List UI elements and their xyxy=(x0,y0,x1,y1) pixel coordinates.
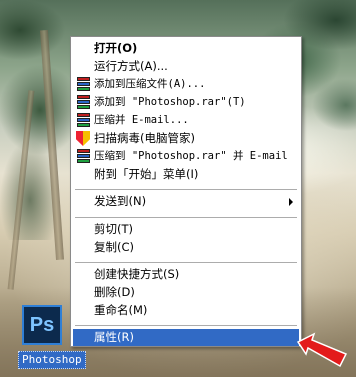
red-arrow-icon xyxy=(296,332,348,368)
menu-item-run-as[interactable]: 运行方式(A)... xyxy=(73,58,299,75)
shield-icon xyxy=(76,131,90,146)
menu-separator xyxy=(75,217,297,218)
menu-item-label: 发送到(N) xyxy=(94,194,147,208)
menu-item-label: 属性(R) xyxy=(94,330,134,344)
menu-item-label: 创建快捷方式(S) xyxy=(94,267,180,281)
menu-item-label: 添加到压缩文件(A)... xyxy=(94,78,206,90)
menu-item-label: 压缩并 E-mail... xyxy=(94,114,189,126)
winrar-icon xyxy=(76,149,91,164)
winrar-icon xyxy=(76,77,91,92)
desktop-icon-label[interactable]: Photoshop xyxy=(18,351,86,369)
menu-item-compress-email[interactable]: 压缩并 E-mail... xyxy=(73,112,299,129)
menu-item-add-to-archive[interactable]: 添加到压缩文件(A)... xyxy=(73,76,299,93)
menu-item-rename[interactable]: 重命名(M) xyxy=(73,302,299,319)
winrar-icon xyxy=(76,113,91,128)
menu-separator xyxy=(75,262,297,263)
menu-item-delete[interactable]: 删除(D) xyxy=(73,284,299,301)
menu-item-label: 运行方式(A)... xyxy=(94,59,168,73)
menu-item-open[interactable]: 打开(O) xyxy=(73,40,299,57)
menu-item-label: 剪切(T) xyxy=(94,222,133,236)
photoshop-icon[interactable]: Ps xyxy=(22,305,62,345)
menu-item-label: 附到「开始」菜单(I) xyxy=(94,167,199,181)
menu-item-scan-virus[interactable]: 扫描病毒(电脑管家) xyxy=(73,130,299,147)
menu-item-label: 打开(O) xyxy=(94,41,138,55)
menu-separator xyxy=(75,189,297,190)
menu-item-label: 复制(C) xyxy=(94,240,135,254)
context-menu: 打开(O) 运行方式(A)... 添加到压缩文件(A)... 添加到 "Phot… xyxy=(70,36,302,347)
menu-item-label: 压缩到 "Photoshop.rar" 并 E-mail xyxy=(94,150,288,162)
menu-item-cut[interactable]: 剪切(T) xyxy=(73,221,299,238)
menu-item-send-to[interactable]: 发送到(N) xyxy=(73,193,299,210)
menu-item-label: 删除(D) xyxy=(94,285,135,299)
menu-item-label: 重命名(M) xyxy=(94,303,148,317)
menu-item-pin-start[interactable]: 附到「开始」菜单(I) xyxy=(73,166,299,183)
menu-item-copy[interactable]: 复制(C) xyxy=(73,239,299,256)
menu-item-label: 添加到 "Photoshop.rar"(T) xyxy=(94,96,246,108)
menu-separator xyxy=(75,325,297,326)
winrar-icon xyxy=(76,95,91,110)
menu-item-compress-rar-email[interactable]: 压缩到 "Photoshop.rar" 并 E-mail xyxy=(73,148,299,165)
menu-item-add-to-rar[interactable]: 添加到 "Photoshop.rar"(T) xyxy=(73,94,299,111)
menu-item-label: 扫描病毒(电脑管家) xyxy=(94,131,195,145)
submenu-arrow-icon xyxy=(289,198,293,206)
menu-item-properties[interactable]: 属性(R) xyxy=(73,329,299,346)
menu-item-create-shortcut[interactable]: 创建快捷方式(S) xyxy=(73,266,299,283)
